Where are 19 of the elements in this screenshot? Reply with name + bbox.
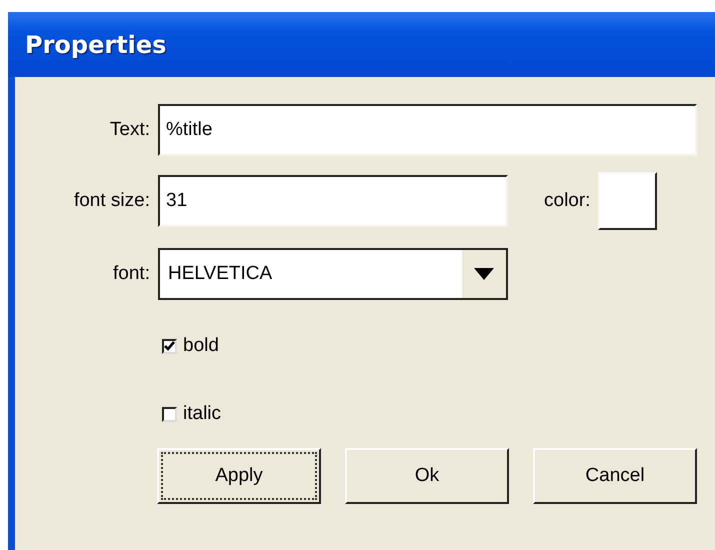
dropdown-button[interactable] bbox=[460, 250, 506, 298]
checkbox[interactable] bbox=[162, 406, 177, 422]
color-swatch[interactable] bbox=[598, 172, 658, 230]
input-field[interactable]: %title bbox=[158, 104, 697, 156]
field-label: font: bbox=[112, 262, 150, 286]
dialog-button[interactable]: Ok bbox=[345, 448, 509, 504]
checkbox[interactable] bbox=[162, 338, 177, 354]
checkbox-label: bold bbox=[183, 334, 219, 358]
color-label: color: bbox=[544, 188, 590, 213]
field-label: font size: bbox=[72, 188, 150, 213]
font-dropdown[interactable]: HELVETICA bbox=[158, 248, 508, 300]
dialog-button[interactable]: Apply bbox=[157, 448, 321, 504]
checkbox-label: italic bbox=[183, 402, 222, 426]
window-title: Properties bbox=[25, 30, 166, 60]
dialog-button[interactable]: Cancel bbox=[533, 448, 697, 504]
field-label: Text: bbox=[108, 118, 150, 142]
input-field[interactable]: 31 bbox=[158, 175, 508, 227]
dropdown-value: HELVETICA bbox=[167, 262, 274, 286]
caret-icon bbox=[474, 268, 494, 280]
